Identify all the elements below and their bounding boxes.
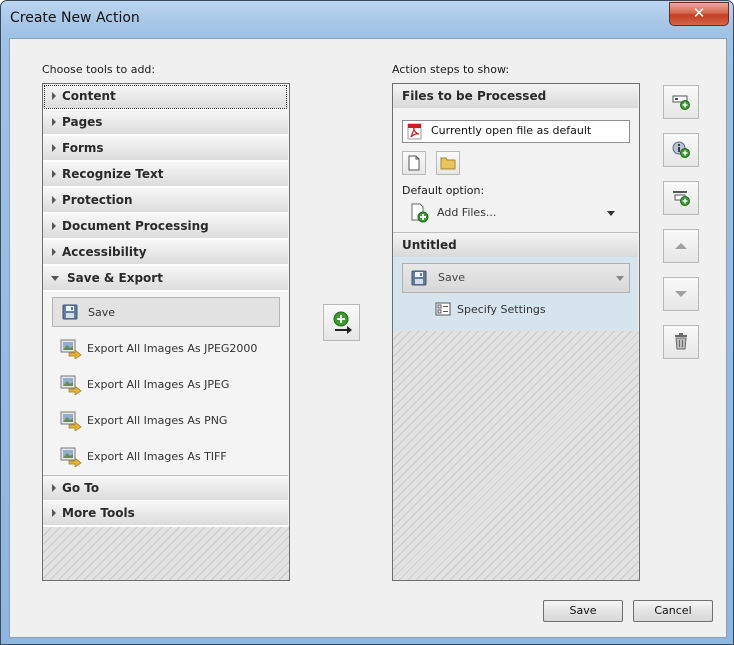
file-entry-label: Currently open file as default [431, 124, 592, 137]
export-image-icon [60, 447, 82, 467]
expand-arrow-icon [52, 222, 56, 230]
tool-label: Export All Images As JPEG [87, 378, 230, 391]
add-instruction-icon [672, 141, 690, 159]
pdf-icon [407, 123, 423, 140]
category-label: Save & Export [67, 271, 163, 285]
dialog-window: Create New Action ✕ Choose tools to add:… [0, 0, 734, 645]
tools-panel: Content Pages Forms Recognize Text Prote… [42, 83, 290, 581]
tool-export-tiff[interactable]: Export All Images As TIFF [52, 442, 278, 470]
insert-stop-icon [672, 93, 690, 111]
specify-settings-label: Specify Settings [457, 303, 546, 316]
specify-settings-link[interactable]: Specify Settings [434, 300, 574, 320]
add-arrow-icon [332, 311, 354, 335]
new-file-button[interactable] [402, 151, 426, 175]
add-group-button[interactable] [663, 181, 699, 215]
step-save-label: Save [438, 271, 466, 284]
floppy-disk-icon [62, 304, 78, 320]
expand-arrow-icon [52, 248, 56, 256]
category-recognize-text[interactable]: Recognize Text [43, 162, 288, 188]
files-section: Currently open file as default Default o… [393, 108, 638, 232]
category-label: Accessibility [62, 245, 147, 259]
move-down-button[interactable] [663, 277, 699, 311]
untitled-header: Untitled [393, 232, 638, 257]
category-content[interactable]: Content [43, 84, 288, 110]
choose-tools-label: Choose tools to add: [42, 63, 156, 76]
export-image-icon [60, 375, 82, 395]
tool-export-jpeg2000[interactable]: Export All Images As JPEG2000 [52, 334, 278, 362]
empty-steps-area [393, 331, 639, 580]
cancel-button[interactable]: Cancel [633, 600, 713, 622]
expand-arrow-icon [52, 509, 56, 517]
title-bar[interactable]: Create New Action ✕ [1, 1, 733, 37]
category-document-processing[interactable]: Document Processing [43, 214, 288, 240]
folder-icon [440, 156, 456, 170]
category-save-export[interactable]: Save & Export [43, 266, 288, 292]
category-label: Recognize Text [62, 167, 164, 181]
delete-button[interactable] [663, 325, 699, 359]
step-save-dropdown[interactable]: Save [402, 263, 630, 293]
expand-arrow-icon [52, 170, 56, 178]
tool-export-png[interactable]: Export All Images As PNG [52, 406, 278, 434]
category-label: Go To [62, 481, 100, 495]
category-pages[interactable]: Pages [43, 110, 288, 136]
add-file-icon [410, 203, 430, 223]
window-title: Create New Action [10, 10, 140, 26]
category-accessibility[interactable]: Accessibility [43, 240, 288, 266]
dropdown-arrow-icon [607, 211, 615, 216]
tool-export-jpeg[interactable]: Export All Images As JPEG [52, 370, 278, 398]
add-instruction-button[interactable] [663, 133, 699, 167]
category-label: Content [62, 89, 116, 103]
category-label: Protection [62, 193, 133, 207]
save-button[interactable]: Save [543, 600, 623, 622]
add-group-icon [672, 189, 690, 207]
category-label: Forms [62, 141, 104, 155]
expand-arrow-icon [52, 144, 56, 152]
files-header-label: Files to be Processed [402, 89, 547, 103]
action-steps-label: Action steps to show: [392, 63, 510, 76]
up-arrow-icon [675, 243, 687, 249]
category-label: More Tools [62, 506, 135, 520]
insert-stop-button[interactable] [663, 85, 699, 119]
expand-arrow-icon [52, 92, 56, 100]
files-header: Files to be Processed [393, 84, 638, 108]
expand-arrow-icon [52, 118, 56, 126]
category-go-to[interactable]: Go To [43, 475, 288, 502]
default-option-value: Add Files... [437, 206, 497, 219]
tool-list: Save Export All Images As JPEG2000 Expor… [43, 292, 288, 474]
category-forms[interactable]: Forms [43, 136, 288, 162]
tool-label: Export All Images As JPEG2000 [87, 342, 258, 355]
empty-area [43, 527, 289, 580]
category-label: Document Processing [62, 219, 209, 233]
dialog-client-area: Choose tools to add: Content Pages Forms… [9, 38, 727, 638]
blank-page-icon [408, 155, 420, 171]
default-option-label: Default option: [402, 184, 485, 197]
trash-icon [674, 333, 688, 350]
add-tool-button[interactable] [323, 304, 360, 341]
step-section: Save Specify Settings [393, 257, 638, 331]
export-image-icon [60, 339, 82, 359]
untitled-header-label: Untitled [402, 238, 457, 252]
tool-save[interactable]: Save [52, 297, 280, 327]
collapse-arrow-icon [51, 276, 59, 281]
expand-arrow-icon [52, 196, 56, 204]
category-more-tools[interactable]: More Tools [43, 501, 288, 527]
file-entry[interactable]: Currently open file as default [402, 120, 630, 143]
tool-label: Save [88, 306, 116, 319]
category-label: Pages [62, 115, 103, 129]
default-option-dropdown[interactable]: Add Files... [402, 201, 628, 225]
move-up-button[interactable] [663, 229, 699, 263]
close-button[interactable]: ✕ [669, 2, 729, 26]
export-image-icon [60, 411, 82, 431]
floppy-disk-icon [411, 270, 427, 286]
action-steps-panel: Files to be Processed Currently open fil… [392, 83, 640, 581]
tool-label: Export All Images As PNG [87, 414, 228, 427]
expand-arrow-icon [52, 484, 56, 492]
category-protection[interactable]: Protection [43, 188, 288, 214]
dropdown-arrow-icon [616, 276, 624, 281]
tool-label: Export All Images As TIFF [87, 450, 227, 463]
open-folder-button[interactable] [436, 151, 460, 175]
down-arrow-icon [675, 291, 687, 297]
settings-form-icon [435, 302, 451, 316]
